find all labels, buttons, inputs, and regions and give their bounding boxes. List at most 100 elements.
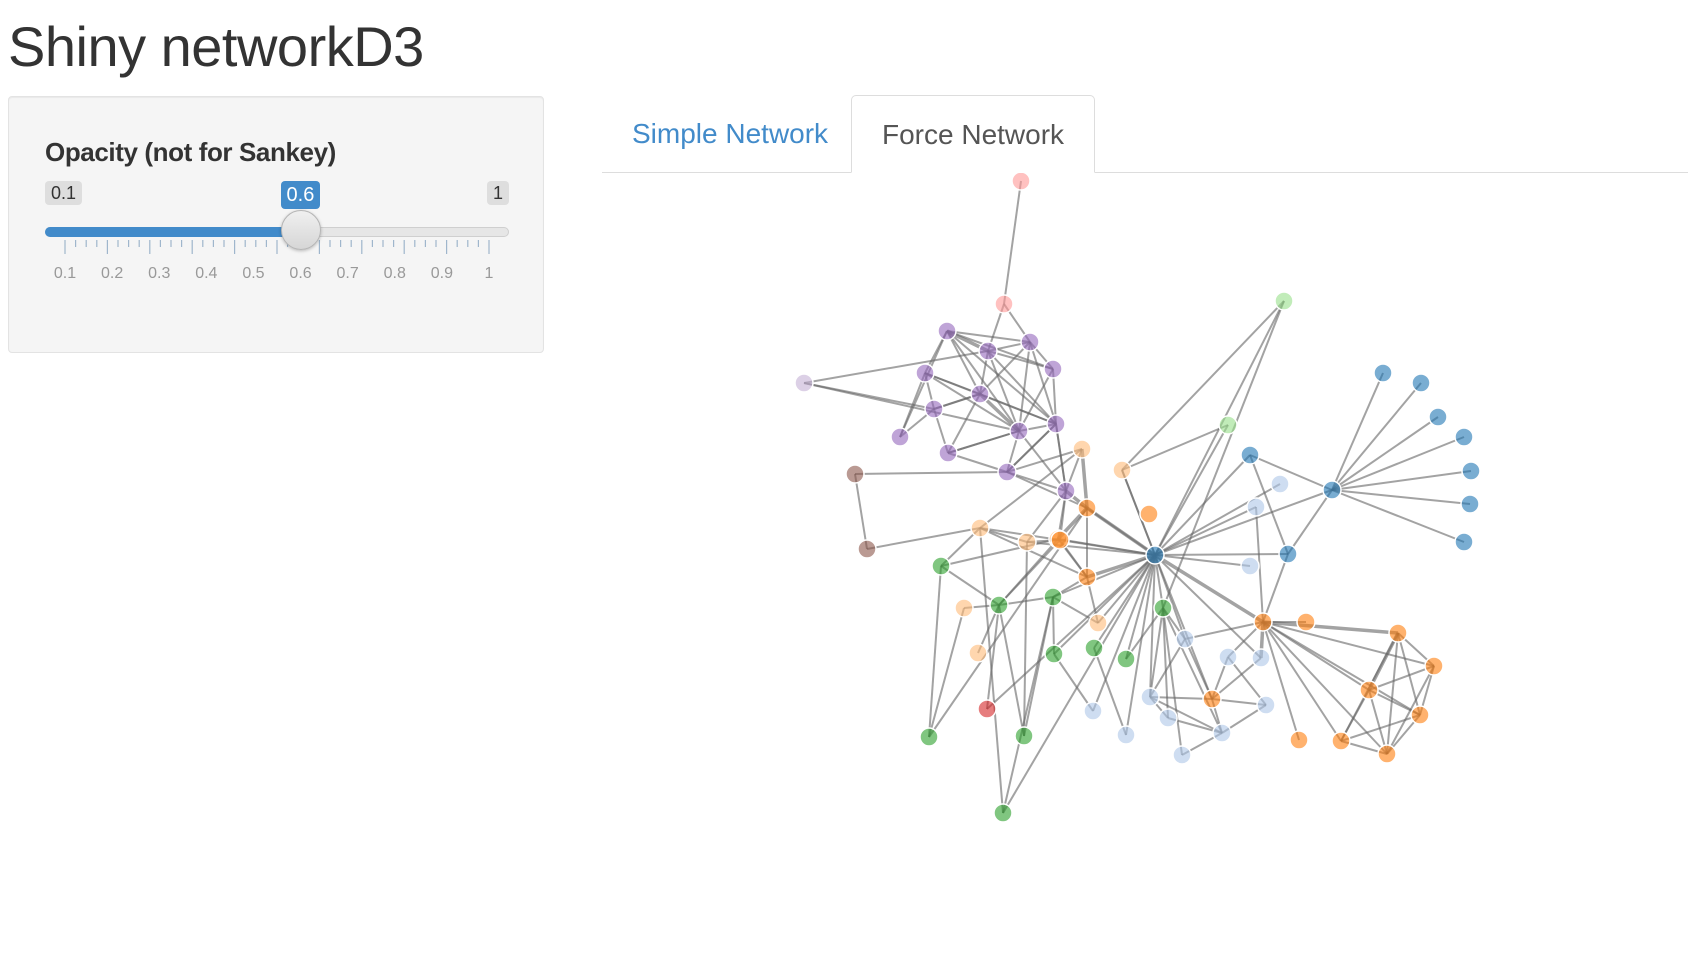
network-node[interactable] — [1050, 530, 1070, 550]
network-node[interactable] — [1140, 687, 1160, 707]
network-node[interactable] — [1009, 421, 1029, 441]
network-node[interactable] — [937, 321, 957, 341]
network-link — [1154, 506, 1257, 556]
network-links — [803, 180, 1472, 814]
network-node[interactable] — [1256, 695, 1276, 715]
network-node[interactable] — [1145, 545, 1165, 565]
network-node[interactable] — [1077, 567, 1097, 587]
network-node[interactable] — [938, 443, 958, 463]
network-node[interactable] — [931, 556, 951, 576]
network-node[interactable] — [977, 699, 997, 719]
network-node[interactable] — [1359, 680, 1379, 700]
network-node[interactable] — [1461, 461, 1481, 481]
network-node[interactable] — [1175, 629, 1195, 649]
network-node[interactable] — [924, 399, 944, 419]
network-node[interactable] — [1112, 460, 1132, 480]
network-node[interactable] — [1322, 480, 1342, 500]
network-link — [1053, 653, 1094, 712]
network-node[interactable] — [1246, 497, 1266, 517]
network-node[interactable] — [1043, 587, 1063, 607]
network-node[interactable] — [1172, 745, 1192, 765]
network-node[interactable] — [1270, 474, 1290, 494]
network-link — [946, 330, 1057, 425]
network-node[interactable] — [1460, 494, 1480, 514]
network-node[interactable] — [1011, 173, 1031, 191]
network-node[interactable] — [1020, 332, 1040, 352]
network-node[interactable] — [1240, 445, 1260, 465]
network-node[interactable] — [1139, 504, 1159, 524]
network-node[interactable] — [1388, 623, 1408, 643]
network-node[interactable] — [993, 803, 1013, 823]
network-node[interactable] — [919, 727, 939, 747]
network-node[interactable] — [1411, 373, 1431, 393]
network-node[interactable] — [1116, 649, 1136, 669]
network-link — [1262, 553, 1289, 623]
network-node[interactable] — [1424, 656, 1444, 676]
network-node[interactable] — [1274, 291, 1294, 311]
network-link — [1121, 424, 1229, 471]
network-node[interactable] — [1410, 705, 1430, 725]
network-node[interactable] — [1077, 498, 1097, 518]
slider-tick-label: 0.8 — [383, 265, 406, 282]
network-link — [1052, 554, 1156, 598]
network-node[interactable] — [1278, 544, 1298, 564]
network-node[interactable] — [1044, 644, 1064, 664]
tab-force-network[interactable]: Force Network — [851, 95, 1096, 173]
network-node[interactable] — [968, 643, 988, 663]
network-node[interactable] — [970, 384, 990, 404]
network-node[interactable] — [1454, 532, 1474, 552]
network-node[interactable] — [915, 363, 935, 383]
network-node[interactable] — [1218, 647, 1238, 667]
network-node[interactable] — [1088, 613, 1108, 633]
network-link — [1002, 596, 1054, 814]
network-link — [854, 471, 1008, 475]
network-node[interactable] — [1072, 439, 1092, 459]
network-link — [979, 527, 1004, 814]
network-link — [854, 473, 868, 550]
page-title: Shiny networkD3 — [8, 15, 424, 78]
slider-tick-label: 0.2 — [100, 265, 124, 282]
network-link — [1154, 553, 1289, 556]
network-node[interactable] — [994, 294, 1014, 314]
network-node[interactable] — [1428, 407, 1448, 427]
network-node[interactable] — [1212, 723, 1232, 743]
network-node[interactable] — [1251, 648, 1271, 668]
network-node[interactable] — [1253, 612, 1273, 632]
slider-handle[interactable] — [280, 210, 321, 250]
network-link — [803, 350, 989, 384]
network-node[interactable] — [1289, 730, 1309, 750]
network-node[interactable] — [1454, 427, 1474, 447]
network-node[interactable] — [1218, 415, 1238, 435]
network-node[interactable] — [890, 427, 910, 447]
network-node[interactable] — [1084, 638, 1104, 658]
network-node[interactable] — [1046, 414, 1066, 434]
network-node[interactable] — [1014, 726, 1034, 746]
network-node[interactable] — [845, 464, 865, 484]
slider-tick-label: 0.6 — [289, 265, 312, 282]
slider-tick-label: 0.9 — [430, 265, 453, 282]
force-network-graph[interactable] — [602, 173, 1688, 853]
network-node[interactable] — [1377, 744, 1397, 764]
network-node[interactable] — [1373, 363, 1393, 383]
network-node[interactable] — [1240, 556, 1260, 576]
network-node[interactable] — [954, 598, 974, 618]
network-node[interactable] — [1158, 708, 1178, 728]
network-node[interactable] — [997, 462, 1017, 482]
network-node[interactable] — [1083, 701, 1103, 721]
network-node[interactable] — [970, 518, 990, 538]
network-node[interactable] — [857, 539, 877, 559]
network-node[interactable] — [1331, 731, 1351, 751]
network-node[interactable] — [1296, 612, 1316, 632]
network-node[interactable] — [794, 373, 814, 393]
tab-simple-network[interactable]: Simple Network — [602, 95, 858, 172]
network-node[interactable] — [1043, 359, 1063, 379]
network-node[interactable] — [1116, 725, 1136, 745]
slider-tick-label: 0.1 — [53, 265, 77, 282]
network-node[interactable] — [1153, 598, 1173, 618]
network-node[interactable] — [1202, 689, 1222, 709]
network-node[interactable] — [1056, 481, 1076, 501]
network-node[interactable] — [1017, 532, 1037, 552]
network-node[interactable] — [978, 341, 998, 361]
network-link — [940, 565, 1000, 606]
network-node[interactable] — [989, 595, 1009, 615]
